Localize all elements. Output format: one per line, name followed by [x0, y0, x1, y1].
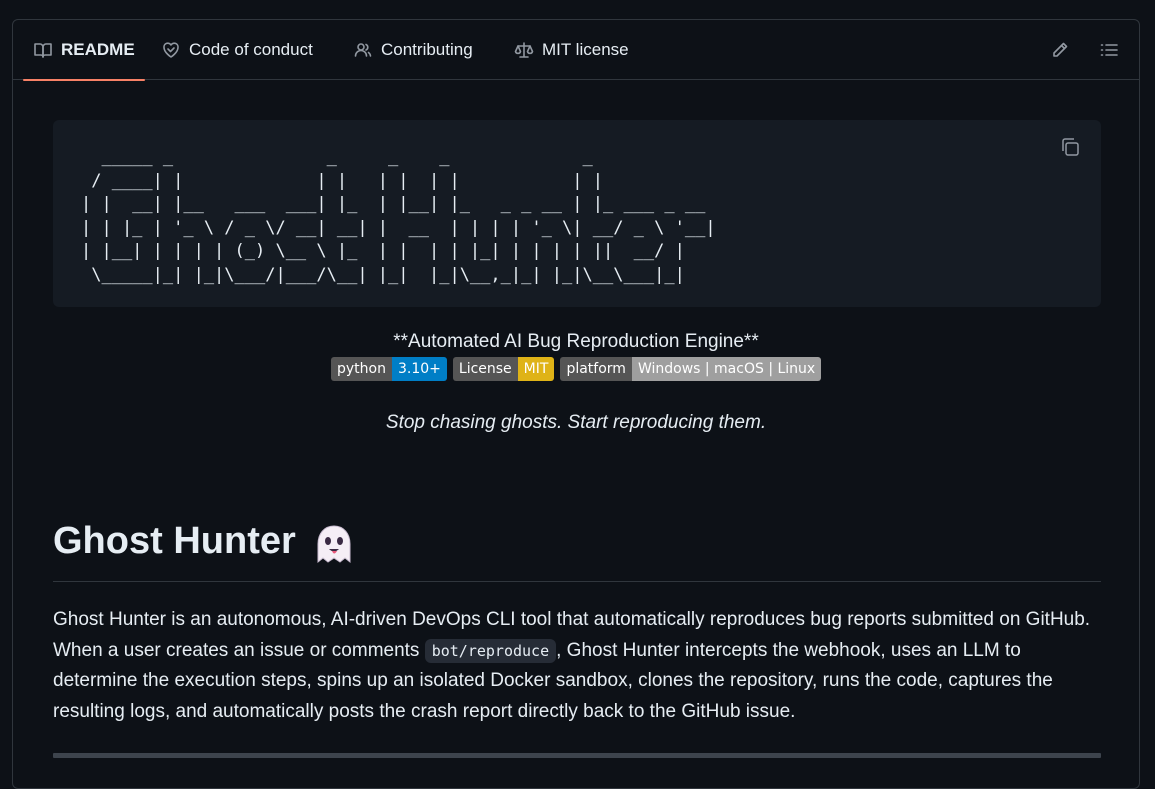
intro-paragraph: Ghost Hunter is an autonomous, AI-driven…	[53, 605, 1103, 727]
tab-code-of-conduct-label: Code of conduct	[189, 40, 313, 59]
list-icon	[1100, 44, 1118, 56]
ghost-icon	[317, 525, 351, 564]
badge-label: License	[452, 357, 518, 381]
tab-mit-license-label: MIT license	[542, 40, 629, 59]
copy-button[interactable]	[1059, 136, 1083, 160]
book-icon	[34, 43, 52, 58]
tab-contributing-label: Contributing	[381, 40, 473, 59]
tab-code-of-conduct[interactable]: Code of conduct	[161, 20, 313, 80]
badge-value: Windows | macOS | Linux	[631, 357, 822, 381]
heart-handshake-icon	[163, 42, 179, 58]
badge-value: 3.10+	[391, 357, 447, 381]
badge-value: MIT	[517, 357, 555, 381]
ascii-art-text: _____ _ _ _ _ _ / ____| | | | | | | | | …	[81, 147, 716, 285]
badge-row: python 3.10+ License MIT platform Window…	[331, 357, 822, 381]
copy-icon	[1062, 138, 1079, 156]
horizontal-rule	[53, 753, 1101, 758]
badge-label: python	[331, 357, 392, 381]
readme-panel: README Code of conduct Contributing MIT …	[12, 19, 1140, 789]
edit-button[interactable]	[1050, 40, 1072, 62]
tab-readme[interactable]: README	[23, 20, 145, 81]
inline-code: bot/reproduce	[424, 638, 557, 663]
license-badge[interactable]: License MIT	[452, 357, 555, 381]
tab-mit-license[interactable]: MIT license	[514, 20, 629, 80]
badge-label: platform	[560, 357, 632, 381]
tab-contributing[interactable]: Contributing	[353, 20, 473, 80]
ascii-art-code-block: _____ _ _ _ _ _ / ____| | | | | | | | | …	[53, 120, 1101, 307]
outline-button[interactable]	[1099, 40, 1121, 62]
page-title-text: Ghost Hunter	[53, 520, 296, 562]
scale-icon	[514, 42, 534, 58]
python-badge[interactable]: python 3.10+	[331, 357, 447, 381]
slogan: Stop chasing ghosts. Start reproducing t…	[385, 412, 767, 433]
page-title: Ghost Hunter	[53, 520, 1101, 582]
people-icon	[354, 43, 372, 57]
tab-readme-label: README	[61, 40, 135, 59]
readme-tab-bar: README Code of conduct Contributing MIT …	[13, 20, 1139, 81]
platform-badge[interactable]: platform Windows | macOS | Linux	[560, 357, 822, 381]
tagline: **Automated AI Bug Reproduction Engine**	[393, 331, 759, 352]
pencil-icon	[1053, 42, 1068, 57]
